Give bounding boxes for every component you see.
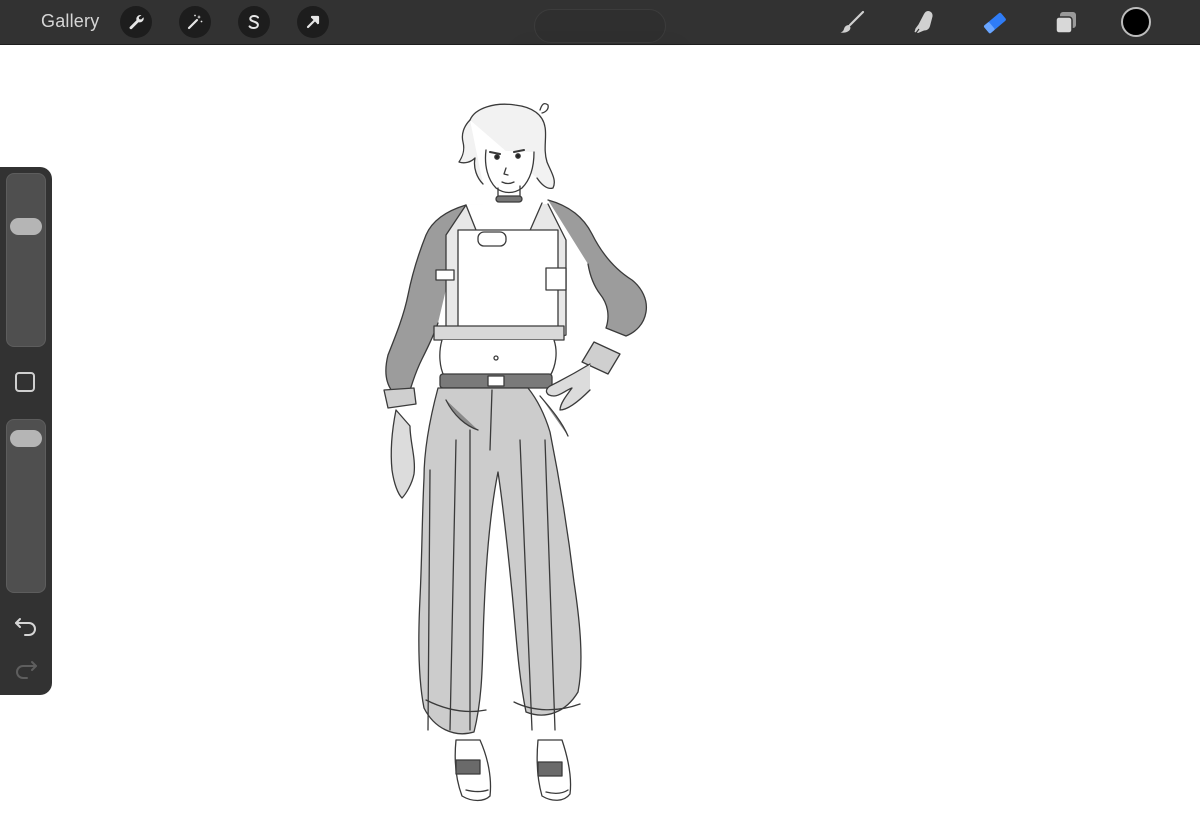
undo-arrow-icon[interactable] xyxy=(13,614,39,636)
left-sidebar xyxy=(0,167,52,695)
redo-arrow-icon[interactable] xyxy=(13,657,39,679)
sketch-artwork xyxy=(383,103,648,802)
brush-size-slider-knob[interactable] xyxy=(10,218,42,236)
eraser-icon xyxy=(983,12,1006,34)
eraser-tool-button[interactable] xyxy=(979,7,1011,39)
smudge-tool-button[interactable] xyxy=(907,7,939,39)
drawing-canvas[interactable] xyxy=(0,46,1200,834)
selection-s-icon xyxy=(248,14,259,30)
magic-wand-icon xyxy=(187,14,203,30)
actions-button[interactable] xyxy=(120,6,152,38)
brush-size-slider[interactable] xyxy=(6,173,46,347)
brush-tool-button[interactable] xyxy=(836,7,868,39)
transform-button[interactable] xyxy=(297,6,329,38)
arrow-cursor-icon xyxy=(306,15,320,29)
selection-button[interactable] xyxy=(238,6,270,38)
modify-button[interactable] xyxy=(15,372,35,392)
wrench-icon xyxy=(129,15,144,30)
brush-icon xyxy=(840,10,865,33)
adjustments-button[interactable] xyxy=(179,6,211,38)
gallery-button[interactable]: Gallery xyxy=(41,11,99,32)
top-toolbar: Gallery xyxy=(0,0,1200,45)
pulldown-handle[interactable] xyxy=(534,9,666,43)
smudge-finger-icon xyxy=(914,11,933,34)
color-picker-button[interactable] xyxy=(1121,7,1151,37)
layers-icon xyxy=(1055,12,1076,34)
opacity-slider-knob[interactable] xyxy=(10,429,42,447)
layers-button[interactable] xyxy=(1050,7,1082,39)
opacity-slider[interactable] xyxy=(6,419,46,593)
